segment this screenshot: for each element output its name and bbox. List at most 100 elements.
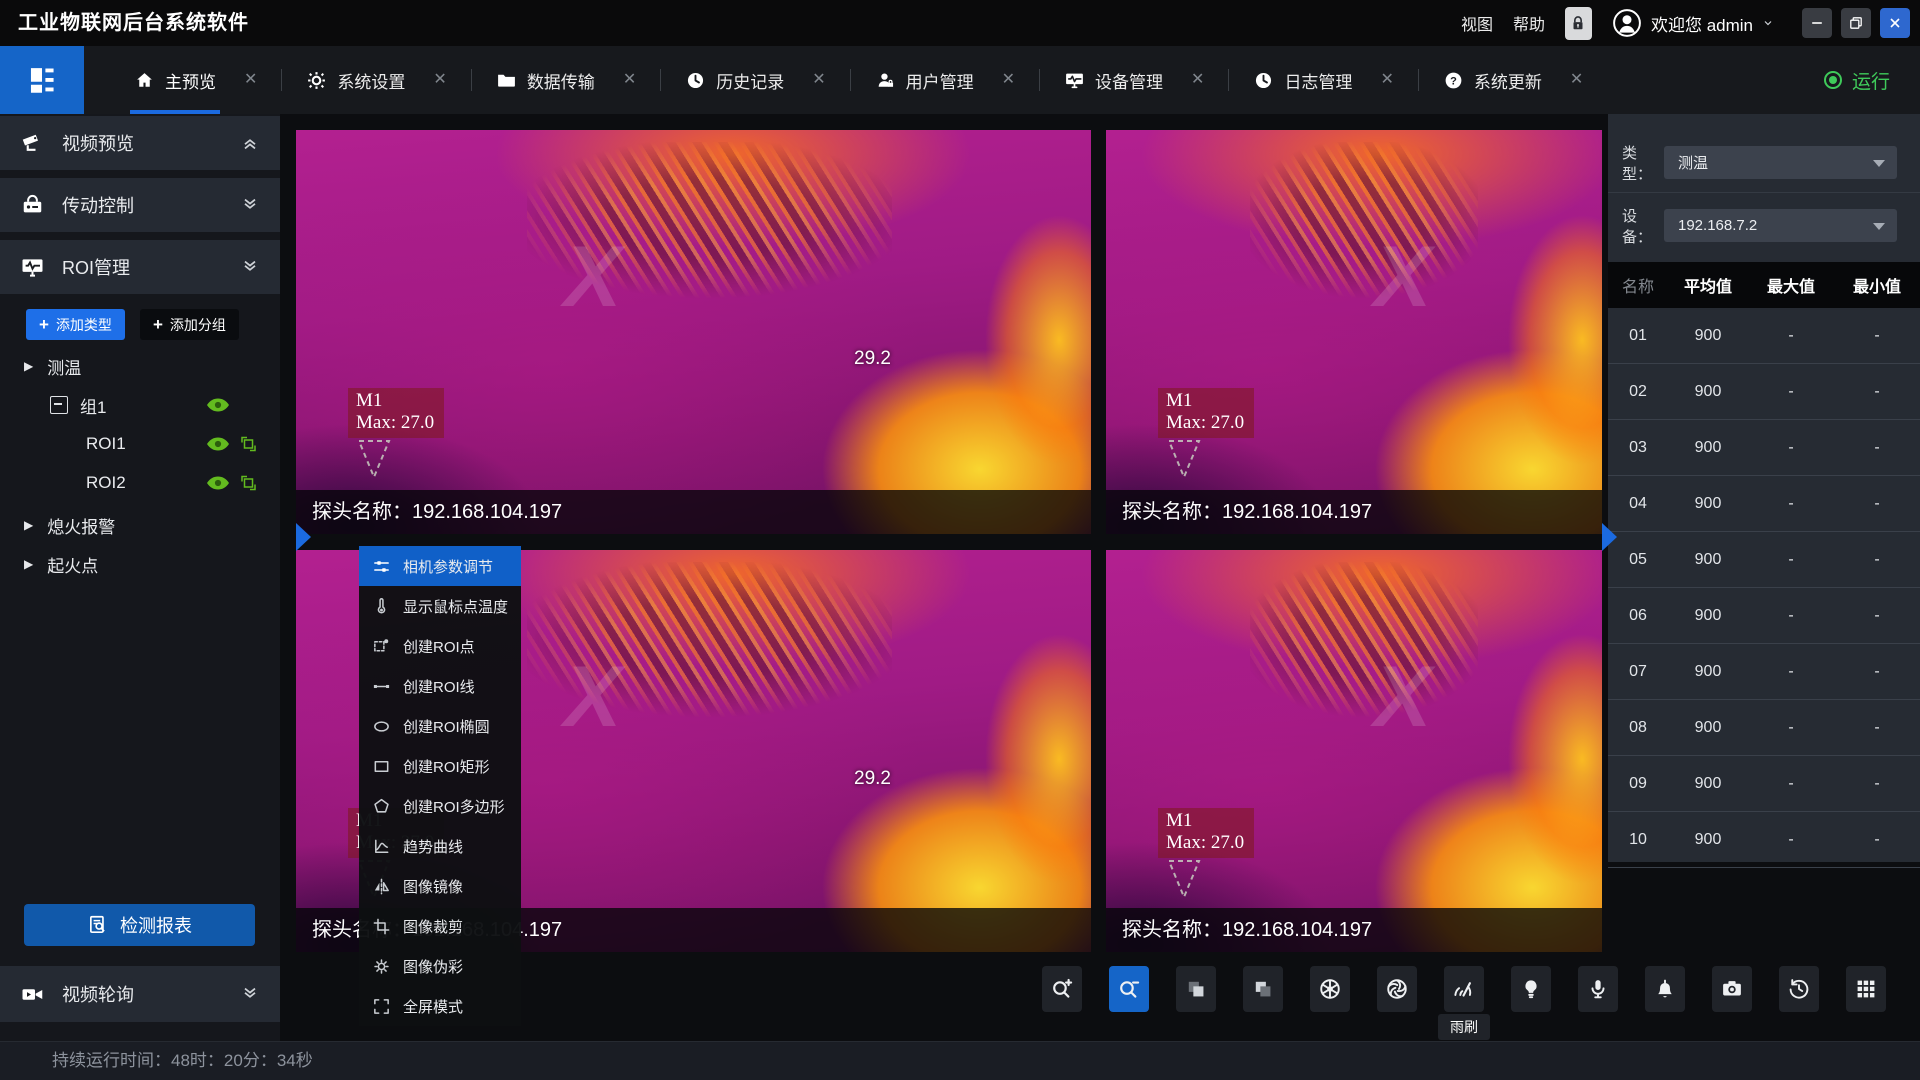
add-group-button[interactable]: + 添加分组	[140, 309, 239, 340]
camera-view-4[interactable]: X M1 Max: 27.0 探头名称：192.168.104.197	[1106, 550, 1602, 952]
cell-min: -	[1834, 383, 1920, 401]
menu-item-mirror[interactable]: 图像镜像	[359, 866, 521, 906]
visibility-eye-icon[interactable]	[206, 437, 230, 452]
tab-3[interactable]: 数据传输✕	[480, 46, 652, 114]
light-button[interactable]	[1511, 966, 1551, 1012]
tab-8[interactable]: ?系统更新✕	[1427, 46, 1599, 114]
table-row[interactable]: 01900--	[1608, 308, 1920, 364]
sidebar-item-drive-control[interactable]: 传动控制	[0, 178, 280, 232]
zoom-in-button[interactable]	[1042, 966, 1082, 1012]
sidebar-item-roi-manage[interactable]: ROI管理	[0, 240, 280, 294]
aperture-button[interactable]	[1310, 966, 1350, 1012]
user-menu[interactable]: 欢迎您 admin	[1612, 8, 1774, 38]
tab-close-icon[interactable]: ✕	[1002, 72, 1015, 88]
caret-right-icon[interactable]: ▶	[24, 359, 33, 373]
tree-item-flameout[interactable]: ▶ 熄火报警	[0, 507, 280, 543]
add-type-button[interactable]: + 添加类型	[26, 309, 125, 340]
tab-7[interactable]: 日志管理✕	[1237, 46, 1409, 114]
tab-5[interactable]: 用户管理✕	[859, 46, 1031, 114]
device-select[interactable]: 192.168.7.2	[1664, 209, 1897, 242]
table-row[interactable]: 09900--	[1608, 756, 1920, 812]
chevron-down-double-icon[interactable]	[240, 257, 260, 277]
microphone-button[interactable]	[1578, 966, 1618, 1012]
tree-item-roi2[interactable]: ROI2	[0, 465, 280, 501]
chevron-down-double-icon[interactable]	[240, 195, 260, 215]
tab-6[interactable]: 设备管理✕	[1048, 46, 1220, 114]
tab-2[interactable]: 系统设置✕	[290, 46, 462, 114]
sidebar-item-video-preview[interactable]: 视频预览	[0, 116, 280, 170]
playback-history-button[interactable]	[1779, 966, 1819, 1012]
menu-help[interactable]: 帮助	[1513, 11, 1545, 35]
tree-item-roi1[interactable]: ROI1	[0, 426, 280, 462]
tab-close-icon[interactable]: ✕	[244, 72, 257, 88]
tab-1[interactable]: 主预览✕	[118, 46, 273, 114]
camera-view-1[interactable]: X M1 Max: 27.0 29.2 探头名称：192.168.104.197	[296, 130, 1091, 534]
tree-item-firepoint[interactable]: ▶ 起火点	[0, 546, 280, 582]
menu-item-roiRect[interactable]: 创建ROI矩形	[359, 746, 521, 786]
menu-item-roiPoint[interactable]: 创建ROI点	[359, 626, 521, 666]
table-row[interactable]: 06900--	[1608, 588, 1920, 644]
lock-button[interactable]	[1565, 7, 1592, 40]
sidebar-item-video-poll[interactable]: 视频轮询	[0, 966, 280, 1022]
wiper-button[interactable]	[1444, 966, 1484, 1012]
camera-view-2[interactable]: X M1 Max: 27.0 探头名称：192.168.104.197	[1106, 130, 1602, 534]
roi-frame-icon[interactable]	[240, 475, 257, 492]
menu-item-roiLine[interactable]: 创建ROI线	[359, 666, 521, 706]
chevron-down-double-icon[interactable]	[240, 984, 260, 1004]
tab-4[interactable]: 历史记录✕	[669, 46, 841, 114]
cell-max: -	[1748, 607, 1834, 625]
layout-grid-icon	[1854, 977, 1878, 1001]
menu-view[interactable]: 视图	[1461, 11, 1493, 35]
column-header-max: 最大值	[1748, 273, 1834, 297]
table-row[interactable]: 08900--	[1608, 700, 1920, 756]
snapshot-button[interactable]	[1712, 966, 1752, 1012]
restore-button[interactable]	[1841, 8, 1871, 38]
menu-item-roiEllipse[interactable]: 创建ROI椭圆	[359, 706, 521, 746]
cell-name: 10	[1608, 831, 1668, 849]
zoom-out-button[interactable]	[1109, 966, 1149, 1012]
alarm-bell-button[interactable]	[1645, 966, 1685, 1012]
tab-close-icon[interactable]: ✕	[1570, 72, 1583, 88]
visibility-eye-icon[interactable]	[206, 476, 230, 491]
type-select[interactable]: 测温	[1664, 146, 1897, 179]
table-row[interactable]: 10900--	[1608, 812, 1920, 868]
tree-item-temp[interactable]: ▶ 测温	[0, 348, 280, 384]
close-button[interactable]	[1880, 8, 1910, 38]
caret-right-icon[interactable]: ▶	[24, 518, 33, 532]
menu-item-roiPoly[interactable]: 创建ROI多边形	[359, 786, 521, 826]
table-row[interactable]: 04900--	[1608, 476, 1920, 532]
menu-item-sliders[interactable]: 相机参数调节	[359, 546, 521, 586]
tab-close-icon[interactable]: ✕	[812, 72, 825, 88]
layers-back-button[interactable]	[1243, 966, 1283, 1012]
chevron-up-double-icon[interactable]	[240, 133, 260, 153]
monitor-icon	[1064, 70, 1085, 91]
tab-close-icon[interactable]: ✕	[1380, 72, 1393, 88]
tree-item-group1[interactable]: 组1	[0, 387, 280, 423]
collapse-left-panel-arrow[interactable]	[296, 523, 311, 551]
menu-item-fullscreen[interactable]: 全屏模式	[359, 986, 521, 1026]
collapse-right-panel-arrow[interactable]	[1602, 523, 1617, 551]
layout-grid-button[interactable]	[1846, 966, 1886, 1012]
run-status-label: 运行	[1852, 67, 1890, 94]
visibility-eye-icon[interactable]	[206, 398, 230, 413]
layers-front-button[interactable]	[1176, 966, 1216, 1012]
tab-close-icon[interactable]: ✕	[433, 72, 446, 88]
table-row[interactable]: 07900--	[1608, 644, 1920, 700]
aperture-focus-button[interactable]	[1377, 966, 1417, 1012]
caret-right-icon[interactable]: ▶	[24, 557, 33, 571]
menu-item-pseudo[interactable]: 图像伪彩	[359, 946, 521, 986]
detection-report-button[interactable]: 检测报表	[24, 904, 255, 946]
minimize-button[interactable]	[1802, 8, 1832, 38]
tab-close-icon[interactable]: ✕	[623, 72, 636, 88]
menu-item-crop[interactable]: 图像裁剪	[359, 906, 521, 946]
watermark: X	[1374, 234, 1431, 320]
menu-item-trend[interactable]: 趋势曲线	[359, 826, 521, 866]
table-row[interactable]: 05900--	[1608, 532, 1920, 588]
table-row[interactable]: 02900--	[1608, 364, 1920, 420]
roi-frame-icon[interactable]	[240, 436, 257, 453]
nav-toggle-button[interactable]	[0, 46, 84, 114]
collapse-minus-icon[interactable]	[50, 396, 68, 414]
tab-close-icon[interactable]: ✕	[1191, 72, 1204, 88]
menu-item-thermo[interactable]: 显示鼠标点温度	[359, 586, 521, 626]
table-row[interactable]: 03900--	[1608, 420, 1920, 476]
